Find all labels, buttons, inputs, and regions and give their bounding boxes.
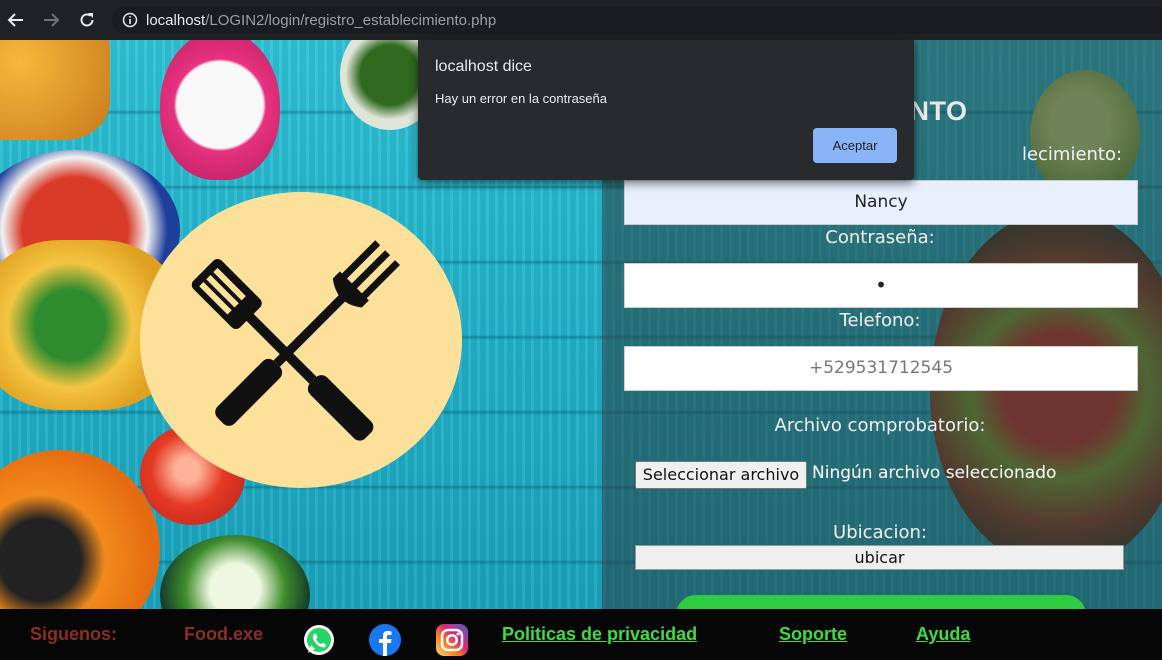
- reload-button[interactable]: [75, 8, 99, 32]
- dragon-fruit-image: [160, 40, 280, 180]
- browser-toolbar: localhost/LOGIN2/login/registro_establec…: [0, 0, 1162, 40]
- help-link[interactable]: Ayuda: [916, 624, 970, 645]
- password-label: Contraseña:: [825, 227, 935, 248]
- brand-text: Food.exe: [184, 624, 264, 644]
- phone-label: Telefono:: [839, 310, 921, 331]
- utensils-logo-icon: [191, 240, 400, 441]
- accept-button[interactable]: Aceptar: [813, 128, 897, 163]
- instagram-icon[interactable]: [435, 623, 469, 657]
- papaya-image: [0, 450, 160, 609]
- alert-dialog: localhost dice Hay un error en la contra…: [418, 40, 914, 180]
- select-file-button[interactable]: Seleccionar archivo: [635, 461, 807, 489]
- url-path: /LOGIN2/login/registro_establecimiento.p…: [205, 11, 497, 29]
- phone-field[interactable]: +529531712545: [624, 346, 1138, 391]
- privacy-policy-link[interactable]: Politicas de privacidad: [502, 624, 697, 645]
- locate-button[interactable]: ubicar: [635, 545, 1124, 570]
- info-icon[interactable]: [122, 12, 138, 28]
- dialog-message: Hay un error en la contraseña: [435, 91, 607, 106]
- support-link[interactable]: Soporte: [779, 624, 847, 645]
- password-field[interactable]: •: [624, 263, 1138, 308]
- establishment-name-field[interactable]: Nancy: [624, 180, 1138, 225]
- address-bar[interactable]: localhost/LOGIN2/login/registro_establec…: [112, 6, 1162, 34]
- herb-bowl-image: [160, 535, 310, 609]
- file-label: Archivo comprobatorio:: [774, 415, 986, 436]
- footer: Siguenos: Food.exe Politicas de privacid…: [0, 609, 1162, 660]
- facebook-icon[interactable]: [368, 623, 402, 657]
- reload-icon: [80, 13, 94, 27]
- arrow-left-icon: [7, 13, 23, 27]
- dialog-title: localhost dice: [435, 58, 532, 75]
- submit-button[interactable]: [676, 595, 1086, 609]
- url-text: localhost/LOGIN2/login/registro_establec…: [146, 12, 496, 29]
- tortilla-chips-image: [0, 40, 110, 140]
- arrow-right-icon: [44, 13, 60, 27]
- follow-us-text: Siguenos:: [30, 624, 118, 644]
- whatsapp-icon[interactable]: [302, 623, 336, 657]
- url-host: localhost: [146, 11, 206, 29]
- back-button[interactable]: [4, 8, 28, 32]
- location-label: Ubicacion:: [833, 522, 927, 543]
- forward-button[interactable]: [39, 8, 63, 32]
- file-status-text: Ningún archivo seleccionado: [812, 463, 1057, 483]
